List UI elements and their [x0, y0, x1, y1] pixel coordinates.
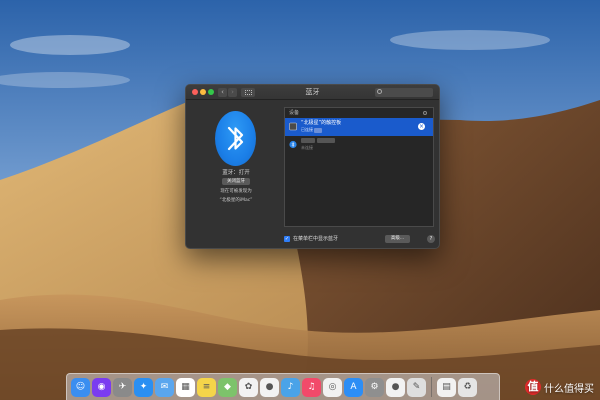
watermark-logo: 值 [525, 379, 541, 395]
close-icon: × [418, 123, 425, 130]
dock-separator [431, 377, 432, 397]
music-icon[interactable]: ♫ [302, 377, 321, 397]
redacted-name-block [316, 138, 335, 143]
help-button[interactable]: ? [427, 235, 435, 243]
notes-icon[interactable]: ≡ [197, 377, 216, 397]
script-editor-icon[interactable]: ✎ [407, 377, 426, 397]
finder-icon[interactable]: ☺ [71, 377, 90, 397]
device-row[interactable]: 未连接 [285, 136, 433, 154]
redacted-name-block [301, 138, 315, 143]
calendar-icon[interactable]: ▦ [176, 377, 195, 397]
safari-icon[interactable]: ✦ [134, 377, 153, 397]
qq-icon[interactable]: ● [260, 377, 279, 397]
device-status: 已连接 [301, 127, 323, 133]
chrome-icon[interactable]: ◎ [323, 377, 342, 397]
battery-indicator-icon [314, 127, 323, 133]
searching-spinner-icon [423, 111, 427, 115]
trackpad-icon [289, 122, 297, 131]
siri-icon[interactable]: ◉ [92, 377, 111, 397]
remove-device-button[interactable]: × [418, 123, 425, 130]
titlebar: ‹ › 蓝牙 [186, 85, 439, 100]
maps-icon[interactable]: ◆ [218, 377, 237, 397]
search-input[interactable] [375, 88, 433, 97]
show-in-menubar-label: 在菜单栏中显示蓝牙 [293, 236, 339, 242]
device-row[interactable]: “北极星”的触控板 已连接 × [285, 118, 433, 136]
device-status-text: 已连接 [301, 127, 313, 132]
turn-off-bluetooth-button[interactable]: 关闭蓝牙 [222, 178, 250, 185]
launchpad-icon[interactable]: ✈ [113, 377, 132, 397]
dock: ☺ ◉ ✈ ✦ ✉ ▦ ≡ ◆ ✿ ● ♪ ♫ ◎ A ⚙ ● ✎ ▤ ♻ [66, 373, 500, 400]
discoverable-label: 现在可被发现为 [220, 189, 252, 194]
tweetbot-icon[interactable]: ♪ [281, 377, 300, 397]
device-name: “北极星”的触控板 [301, 120, 342, 126]
app-store-icon[interactable]: A [344, 377, 363, 397]
device-name [301, 138, 335, 145]
device-list-header: 设备 [285, 108, 433, 118]
bluetooth-preferences-window: ‹ › 蓝牙 蓝牙：打开 关闭蓝牙 现在可被发现为 “北极星的iMac” 设备 [185, 84, 440, 249]
watermark: 值 什么值得买 [525, 379, 594, 395]
show-in-menubar-checkbox[interactable]: ✓ [284, 236, 290, 242]
device-list[interactable]: 设备 “北极星”的触控板 已连接 × 未连接 [284, 107, 434, 227]
trash-icon[interactable]: ♻ [458, 377, 477, 397]
bluetooth-icon [215, 111, 256, 166]
computer-name: “北极星的iMac” [219, 198, 253, 203]
checkmark-icon: ✓ [284, 236, 290, 242]
photos-icon[interactable]: ✿ [239, 377, 258, 397]
document-icon[interactable]: ▤ [437, 377, 456, 397]
watermark-text: 什么值得买 [544, 383, 594, 395]
mail-icon[interactable]: ✉ [155, 377, 174, 397]
bluetooth-device-icon [289, 140, 297, 149]
advanced-button[interactable]: 高级... [385, 235, 410, 243]
desktop: ‹ › 蓝牙 蓝牙：打开 关闭蓝牙 现在可被发现为 “北极星的iMac” 设备 [0, 0, 600, 400]
qq-icon[interactable]: ● [386, 377, 405, 397]
device-status: 未连接 [301, 145, 313, 150]
device-list-header-label: 设备 [289, 110, 300, 116]
bluetooth-status: 蓝牙：打开 [222, 170, 250, 176]
system-preferences-icon[interactable]: ⚙ [365, 377, 384, 397]
search-icon [377, 89, 382, 94]
